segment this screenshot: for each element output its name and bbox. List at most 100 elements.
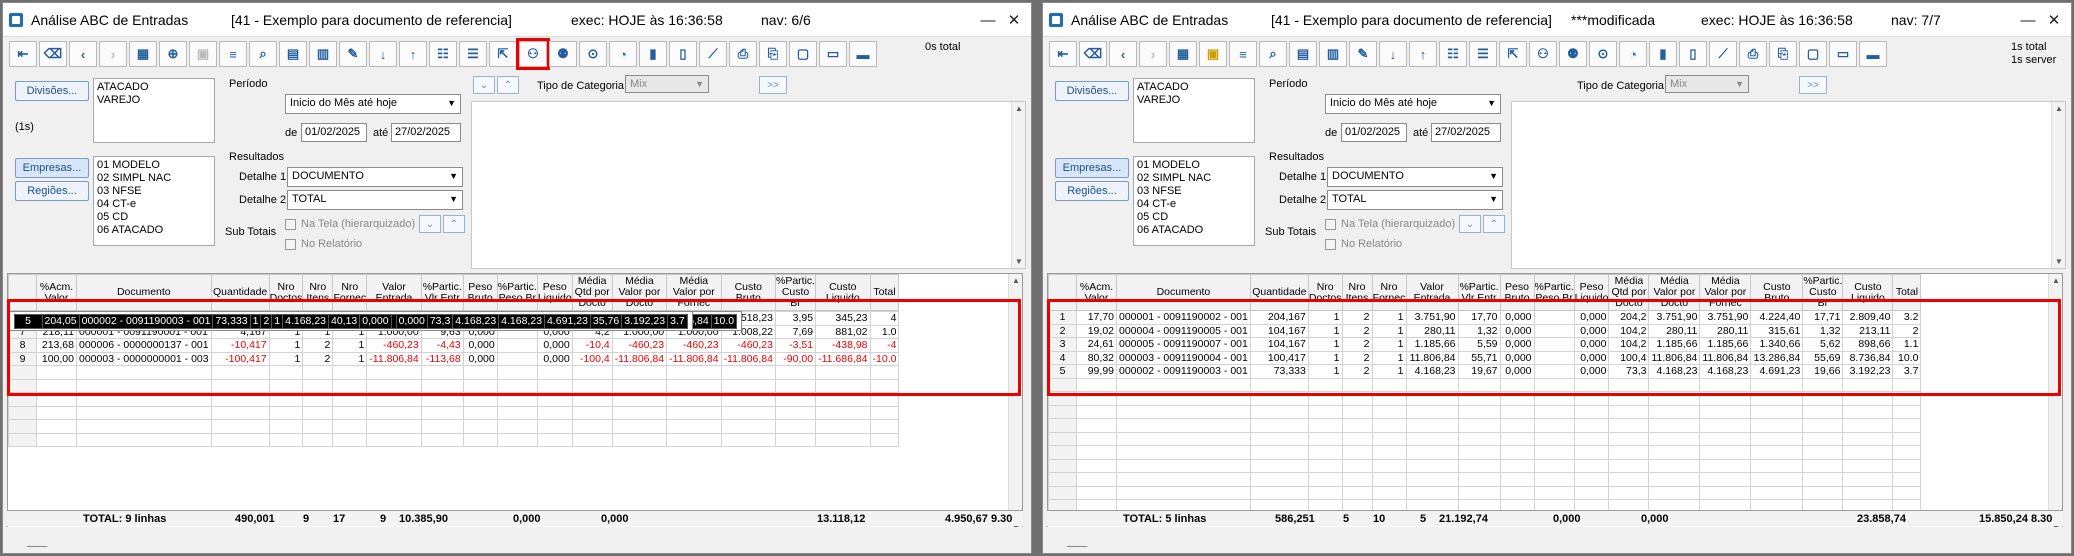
column-header[interactable]: Nro Doctos — [268, 274, 304, 311]
collapse-up-button[interactable]: ⌃ — [497, 76, 519, 94]
table-row[interactable] — [8, 378, 900, 393]
na-tela-checkbox[interactable] — [285, 219, 296, 230]
printer2-icon[interactable]: ⎘ — [759, 41, 787, 67]
chart-line-icon[interactable]: ⟋ — [1709, 41, 1737, 67]
no-relatorio-checkbox[interactable] — [285, 239, 296, 250]
ungroup-icon[interactable]: ⚉ — [549, 41, 577, 67]
column-header[interactable]: %Partic. Peso Br — [1533, 274, 1575, 311]
column-header[interactable]: Peso Bruto — [462, 274, 498, 311]
column-header[interactable]: %Partic. Custo Br — [1802, 274, 1844, 311]
column-header[interactable]: Valor Entrada — [1405, 274, 1459, 311]
list-item[interactable]: 05 CD — [1137, 211, 1251, 224]
list-item[interactable]: 06 ATACADO — [97, 224, 211, 237]
sort-asc-icon[interactable]: ↓ — [369, 41, 397, 67]
column-header[interactable]: Custo Liquido — [815, 274, 871, 311]
periodo-select[interactable]: Inicio do Mês até hoje ▼ — [1325, 94, 1501, 114]
date-from-input[interactable]: 01/02/2025 — [1341, 123, 1407, 142]
column-header[interactable]: Nro Fornec — [332, 274, 368, 311]
horizontal-scrollbar[interactable] — [7, 527, 1023, 537]
table-row[interactable] — [1048, 418, 1922, 433]
column-header[interactable]: Peso Liquido — [536, 274, 573, 311]
printer-icon[interactable]: ⎙ — [729, 41, 757, 67]
zoom-icon[interactable]: ⊙ — [579, 41, 607, 67]
tree2-icon[interactable]: ☰ — [459, 41, 487, 67]
next-icon[interactable]: › — [99, 41, 127, 67]
tree-icon[interactable]: ☷ — [1439, 41, 1467, 67]
column-header[interactable]: %Acm. Valor — [1076, 274, 1117, 311]
column-header[interactable]: %Partic. Vlr Entr — [1457, 274, 1501, 311]
expand-down-button[interactable]: ⌄ — [419, 215, 441, 233]
column-header[interactable]: Documento — [1116, 274, 1251, 311]
group-icon[interactable]: ⚇ — [516, 38, 550, 70]
periodo-select[interactable]: Inicio do Mês até hoje ▼ — [285, 94, 461, 114]
chart-line-icon[interactable]: ⟋ — [699, 41, 727, 67]
save-icon[interactable]: ▣ — [1199, 41, 1227, 67]
column-header[interactable] — [1048, 274, 1077, 311]
calc-icon[interactable]: ▤ — [279, 41, 307, 67]
expand-down-button[interactable]: ⌄ — [1459, 215, 1481, 233]
table-row[interactable] — [8, 405, 900, 420]
table-icon[interactable]: ▦ — [129, 41, 157, 67]
column-header[interactable]: Nro Itens — [1341, 274, 1373, 311]
sort-desc-icon[interactable]: ↑ — [1409, 41, 1437, 67]
table-row[interactable]: 4 80,32 000003 - 0091190004 - 001 100,417 1 2… — [1048, 350, 1922, 365]
close-button[interactable]: ✕ — [2041, 3, 2067, 37]
column-header[interactable]: Documento — [76, 274, 212, 311]
column-header[interactable]: Quantidade — [1249, 274, 1309, 311]
next-category-button[interactable]: >> — [759, 76, 787, 94]
table-row[interactable]: 8 213,68 000006 - 0000000137 - 001 -10,417 1… — [8, 338, 900, 353]
horizontal-scrollbar[interactable] — [1047, 527, 2063, 537]
scroll-up-icon[interactable]: ▲ — [1012, 102, 1026, 115]
chart-bar-icon[interactable]: ▮ — [1649, 41, 1677, 67]
chart-pie-icon[interactable]: ◔ — [1619, 41, 1647, 67]
scrollbar[interactable]: ▲ ▼ — [1011, 102, 1025, 268]
tipo-categoria-select[interactable]: Mix ▼ — [625, 75, 709, 93]
table-row[interactable]: 1 17,70 000001 - 0091190002 - 001 204,167 1 2… — [1048, 310, 1922, 325]
column-header[interactable]: Nro Fornec — [1371, 274, 1407, 311]
close-button[interactable]: ✕ — [1001, 3, 1027, 37]
divisoes-list[interactable]: ATACADO VAREJO — [93, 78, 215, 143]
ungroup-icon[interactable]: ⚉ — [1559, 41, 1587, 67]
column-header[interactable]: Custo Liquido — [1842, 274, 1894, 311]
empresas-list[interactable]: 01 MODELO 02 SIMPL NAC 03 NFSE 04 CT-e 0… — [93, 156, 215, 246]
table-icon[interactable]: ▦ — [1169, 41, 1197, 67]
scroll-up-icon[interactable]: ▲ — [1009, 274, 1022, 287]
regioes-button[interactable]: Regiões... — [1055, 181, 1129, 201]
column-header[interactable]: Média Qtd por Docto — [571, 274, 613, 311]
edit-icon[interactable]: ✎ — [339, 41, 367, 67]
na-tela-checkbox[interactable] — [1325, 219, 1336, 230]
column-header[interactable]: Peso Liquido — [1573, 274, 1610, 311]
divisoes-button[interactable]: Divisões... — [1055, 81, 1129, 101]
sort-asc-icon[interactable]: ↓ — [1379, 41, 1407, 67]
date-to-input[interactable]: 27/02/2025 — [391, 123, 461, 142]
empresas-button[interactable]: Empresas... — [1055, 158, 1129, 178]
column-header[interactable]: %Acm. Valor — [36, 274, 77, 311]
list-item[interactable]: VAREJO — [97, 94, 211, 107]
pdf-icon[interactable]: ▢ — [1799, 41, 1827, 67]
collapse-button[interactable]: ⌄ — [473, 76, 495, 94]
column-header[interactable]: Total — [869, 274, 900, 311]
column-header[interactable]: Quantidade — [210, 274, 270, 311]
export-icon[interactable]: ⇱ — [1499, 41, 1527, 67]
list-item[interactable]: 05 CD — [97, 211, 211, 224]
scroll-down-icon[interactable]: ▼ — [2052, 255, 2066, 268]
table-row[interactable]: 3 24,61 000005 - 0091190007 - 001 104,167 1 2… — [1048, 337, 1922, 352]
edit-icon[interactable]: ✎ — [1349, 41, 1377, 67]
printer-icon[interactable]: ⎙ — [1739, 41, 1767, 67]
column-header[interactable]: Nro Doctos — [1307, 274, 1343, 311]
column-header[interactable]: Média Valor por Fornec — [666, 274, 722, 311]
date-from-input[interactable]: 01/02/2025 — [301, 123, 367, 142]
minimize-button[interactable]: — — [975, 3, 1001, 37]
column-header[interactable]: Peso Bruto — [1499, 274, 1535, 311]
table-row[interactable] — [8, 392, 900, 407]
column-header[interactable]: Valor Entrada — [366, 274, 422, 311]
tree2-icon[interactable]: ☰ — [1469, 41, 1497, 67]
scroll-up-icon[interactable]: ▲ — [2052, 102, 2066, 115]
column-header[interactable]: %Partic. Vlr Entr — [420, 274, 464, 311]
prev-icon[interactable]: ‹ — [69, 41, 97, 67]
no-relatorio-checkbox[interactable] — [1325, 239, 1336, 250]
scrollbar[interactable]: ▲ ▼ — [2051, 102, 2065, 268]
detalhe1-select[interactable]: DOCUMENTO ▼ — [1327, 167, 1503, 187]
table-row[interactable]: 9 100,00 000003 - 0000000001 - 003 -100,417… — [8, 351, 900, 366]
next-icon[interactable]: › — [1139, 41, 1167, 67]
